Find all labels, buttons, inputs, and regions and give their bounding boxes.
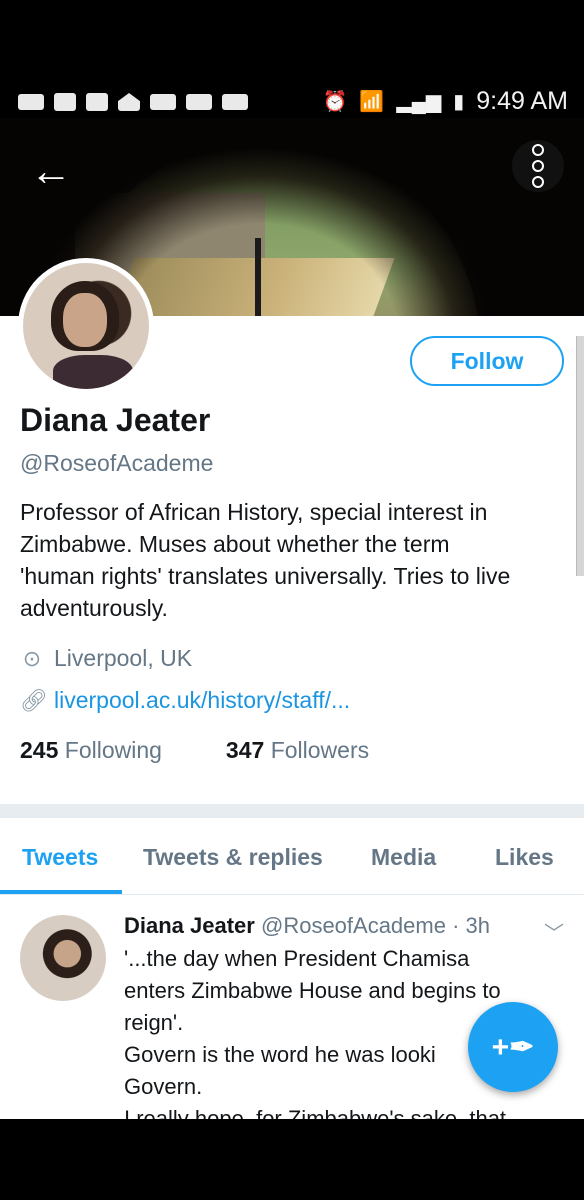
card-icon xyxy=(186,94,212,110)
bio-line: Professor of African History, special in… xyxy=(20,499,488,525)
tab-tweets[interactable]: Tweets xyxy=(22,844,98,871)
tweet-handle: @RoseofAcademe xyxy=(260,913,446,938)
bio-line: adventurously. xyxy=(20,595,168,621)
compose-tweet-button[interactable]: +✒︎ xyxy=(468,1002,558,1092)
profile-website[interactable]: 🔗︎ liverpool.ac.uk/history/staff/... xyxy=(20,687,350,714)
section-divider xyxy=(0,804,584,818)
location-text: Liverpool, UK xyxy=(54,645,193,671)
profile-handle: @RoseofAcademe xyxy=(20,450,214,476)
bio-line: 'human rights' translates universally. T… xyxy=(20,563,511,589)
more-options-button[interactable] xyxy=(512,140,564,192)
wifi-icon: 📶 xyxy=(359,90,385,113)
tweet-separator: · xyxy=(452,913,460,938)
system-status: ⏰ 📶 ▂▄▆ ▮ 9:49 AM xyxy=(323,84,569,118)
alarm-icon: ⏰ xyxy=(322,90,348,113)
back-arrow-icon[interactable]: ← xyxy=(30,148,76,194)
follow-button[interactable]: Follow xyxy=(410,336,564,386)
tab-likes[interactable]: Likes xyxy=(495,844,554,871)
avatar-shirt xyxy=(53,355,133,389)
follow-stats: 245 Following 347 Followers xyxy=(20,737,369,764)
profile-location: ⊙ Liverpool, UK xyxy=(20,645,192,672)
chevron-down-icon[interactable]: ﹀ xyxy=(544,917,564,946)
compose-quill-icon: +✒︎ xyxy=(491,1030,535,1064)
tweet-time: 3h xyxy=(465,913,491,938)
notification-icons xyxy=(18,88,248,116)
active-tab-indicator xyxy=(0,890,122,894)
gallery-icon xyxy=(54,93,76,111)
website-link[interactable]: liverpool.ac.uk/history/staff/... xyxy=(54,687,350,714)
following-stat[interactable]: 245 Following xyxy=(20,737,162,764)
tweet-line: enters Zimbabwe House and begins to xyxy=(124,978,501,1003)
following-count: 245 xyxy=(20,737,59,763)
dot-icon xyxy=(532,144,544,156)
tweet-header: Diana Jeater @RoseofAcademe · 3h xyxy=(124,913,490,939)
profile-avatar[interactable] xyxy=(18,258,154,394)
followers-stat[interactable]: 347 Followers xyxy=(226,737,369,764)
card-icon xyxy=(222,94,248,110)
flipboard-icon xyxy=(86,93,108,111)
profile-name: Diana Jeater xyxy=(20,402,211,438)
dot-icon xyxy=(532,176,544,188)
status-time: 9:49 AM xyxy=(476,86,568,115)
avatar-photo xyxy=(23,263,149,389)
bio-line: Zimbabwe. Muses about whether the term xyxy=(20,531,450,557)
card-icon xyxy=(150,94,176,110)
location-pin-icon: ⊙ xyxy=(22,645,42,671)
tweet-line: '...the day when President Chamisa xyxy=(124,946,470,971)
dot-icon xyxy=(532,160,544,172)
following-label: Following xyxy=(64,737,162,763)
followers-label: Followers xyxy=(270,737,370,763)
avatar-face xyxy=(63,293,107,347)
battery-icon: ▮ xyxy=(453,90,465,113)
navigation-bar-area xyxy=(0,1119,584,1200)
edge-panel-handle[interactable] xyxy=(576,336,584,576)
link-icon: 🔗︎ xyxy=(20,687,48,713)
followers-count: 347 xyxy=(225,737,265,763)
profile-bio: Professor of African History, special in… xyxy=(20,496,565,624)
tweet-avatar[interactable] xyxy=(20,915,106,1001)
profile-tabs: Tweets Tweets & replies Media Likes xyxy=(0,818,584,895)
message-icon xyxy=(18,94,44,110)
signal-icon: ▂▄▆ xyxy=(396,90,442,113)
home-icon xyxy=(118,93,140,111)
tweet-line: I really hope, for Zimbabwe's sake, that xyxy=(124,1106,507,1119)
tweet-author: Diana Jeater xyxy=(124,913,255,938)
tab-tweets-replies[interactable]: Tweets & replies xyxy=(143,844,323,871)
tab-media[interactable]: Media xyxy=(371,844,436,871)
